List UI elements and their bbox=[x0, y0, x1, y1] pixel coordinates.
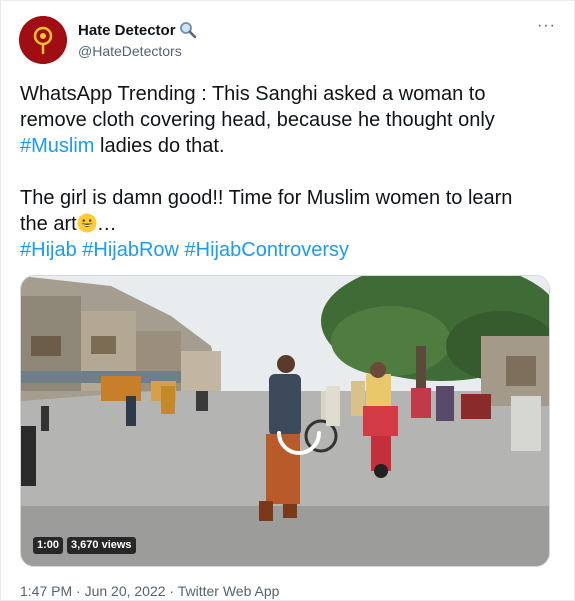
grinning-face-icon bbox=[77, 213, 97, 233]
tweet-line-1: WhatsApp Trending : This Sanghi asked a … bbox=[20, 83, 486, 105]
display-name-text[interactable]: Hate Detector bbox=[78, 22, 176, 39]
tweet-card: Hate Detector @HateDetectors ··· WhatsAp… bbox=[0, 0, 575, 601]
tweet-line-5-end: … bbox=[96, 213, 117, 235]
avatar[interactable] bbox=[19, 16, 67, 64]
tweet-timestamp[interactable]: 1:47 PM · Jun 20, 2022 · Twitter Web App bbox=[20, 583, 279, 599]
user-handle[interactable]: @HateDetectors bbox=[78, 43, 197, 59]
magnifying-glass-icon bbox=[179, 22, 196, 39]
author-block: Hate Detector @HateDetectors bbox=[78, 21, 197, 59]
hashtag-hijabrow[interactable]: #HijabRow bbox=[82, 239, 179, 261]
video-frame bbox=[21, 276, 549, 566]
tweet-line-4: The girl is damn good!! Time for Muslim … bbox=[20, 187, 513, 209]
hashtag-hijabcontroversy[interactable]: #HijabControversy bbox=[185, 239, 350, 261]
tweet-line-2: remove cloth covering head, because he t… bbox=[20, 109, 495, 131]
display-name[interactable]: Hate Detector bbox=[78, 21, 197, 39]
tweet-line-5: the art bbox=[20, 213, 77, 235]
more-options-icon[interactable]: ··· bbox=[537, 18, 556, 34]
tweet-text: WhatsApp Trending : This Sanghi asked a … bbox=[20, 81, 565, 263]
video-player[interactable]: 1:00 3,670 views bbox=[20, 275, 550, 567]
hashtag-muslim[interactable]: #Muslim bbox=[20, 135, 94, 157]
video-duration-badge: 1:00 bbox=[33, 537, 64, 554]
video-views-badge: 3,670 views bbox=[67, 537, 136, 554]
tweet-line-3: ladies do that. bbox=[94, 135, 225, 157]
logo-icon bbox=[19, 16, 67, 64]
hashtag-hijab[interactable]: #Hijab bbox=[20, 239, 77, 261]
